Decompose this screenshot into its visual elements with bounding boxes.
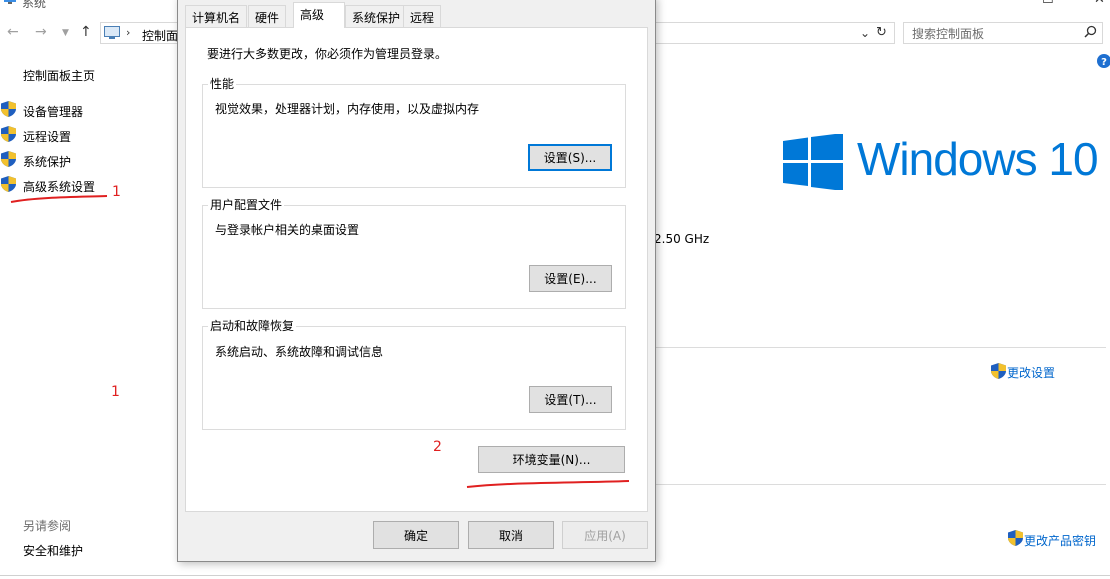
environment-variables-button[interactable]: 环境变量(N)... xyxy=(478,446,625,473)
forward-arrow-icon[interactable]: → xyxy=(35,24,47,40)
close-button[interactable]: ✕ xyxy=(1094,0,1105,7)
breadcrumb[interactable]: 控制面 xyxy=(142,27,178,44)
system-protection-link[interactable]: 系统保护 xyxy=(23,153,71,170)
system-properties-dialog: 计算机名 硬件 高级 系统保护 远程 要进行大多数更改，你必须作为管理员登录。 … xyxy=(177,0,656,562)
shield-icon xyxy=(1,126,16,145)
bottom-border xyxy=(0,575,1110,576)
ok-button[interactable]: 确定 xyxy=(373,521,459,549)
divider xyxy=(656,347,1106,348)
search-placeholder: 搜索控制面板 xyxy=(912,27,985,41)
tab-hardware[interactable]: 硬件 xyxy=(248,5,287,27)
startup-recovery-settings-button[interactable]: 设置(T)... xyxy=(529,386,612,413)
cancel-button[interactable]: 取消 xyxy=(468,521,554,549)
annotation-mark-2: 2 xyxy=(433,439,442,455)
computer-icon xyxy=(104,26,120,42)
back-arrow-icon[interactable]: ← xyxy=(7,24,19,40)
svg-text:?: ? xyxy=(1101,57,1107,68)
performance-desc: 视觉效果，处理器计划，内存使用，以及虚拟内存 xyxy=(215,102,480,116)
windows-logo-icon xyxy=(783,133,843,193)
shield-icon xyxy=(991,363,1006,382)
shield-icon xyxy=(1,101,16,120)
window-title: 系统 xyxy=(22,0,47,10)
device-manager-link[interactable]: 设备管理器 xyxy=(23,103,83,120)
admin-note: 要进行大多数更改，你必须作为管理员登录。 xyxy=(207,47,448,61)
tab-system-protection[interactable]: 系统保护 xyxy=(345,5,408,27)
startup-recovery-group xyxy=(202,326,626,430)
divider xyxy=(656,484,1106,485)
tab-computer-name[interactable]: 计算机名 xyxy=(185,5,248,27)
user-profiles-desc: 与登录帐户相关的桌面设置 xyxy=(215,223,360,237)
annotation-underline xyxy=(466,480,630,488)
annotation-mark-1: 1 xyxy=(112,184,121,200)
search-icon[interactable] xyxy=(1084,25,1097,41)
cpu-speed: 2.50 GHz xyxy=(654,232,710,246)
advanced-tab-panel: 要进行大多数更改，你必须作为管理员登录。 性能 视觉效果，处理器计划，内存使用，… xyxy=(185,27,648,512)
tab-remote[interactable]: 远程 xyxy=(403,5,442,27)
maximize-button[interactable]: ☐ xyxy=(1042,0,1054,7)
windows-logo-text: Windows 10 xyxy=(857,133,1099,185)
performance-group-title: 性能 xyxy=(208,75,237,92)
annotation-mark-1-second: 1 xyxy=(111,384,120,400)
security-maintenance-link[interactable]: 安全和维护 xyxy=(23,542,83,559)
window-icon xyxy=(3,0,17,6)
user-profiles-settings-button[interactable]: 设置(E)... xyxy=(529,265,612,292)
address-dropdown-icon[interactable]: ⌄ xyxy=(860,26,870,40)
annotation-underline xyxy=(10,195,108,203)
user-profiles-group-title: 用户配置文件 xyxy=(208,196,285,213)
breadcrumb-separator: › xyxy=(126,26,131,39)
tab-advanced[interactable]: 高级 xyxy=(293,2,345,28)
startup-recovery-group-title: 启动和故障恢复 xyxy=(208,317,297,334)
shield-icon xyxy=(1,151,16,170)
startup-recovery-desc: 系统启动、系统故障和调试信息 xyxy=(215,345,384,359)
see-also-title: 另请参阅 xyxy=(23,519,72,533)
remote-settings-link[interactable]: 远程设置 xyxy=(23,128,71,145)
refresh-icon[interactable]: ↻ xyxy=(876,25,887,40)
change-product-key-link[interactable]: 更改产品密钥 xyxy=(1024,532,1096,549)
up-arrow-icon[interactable]: ↑ xyxy=(80,24,92,40)
help-icon[interactable]: ? xyxy=(1097,54,1110,71)
control-panel-home-link[interactable]: 控制面板主页 xyxy=(23,67,95,84)
change-settings-link[interactable]: 更改设置 xyxy=(1007,364,1055,381)
performance-settings-button[interactable]: 设置(S)... xyxy=(528,144,612,171)
minimize-button[interactable]: — xyxy=(990,0,1003,7)
shield-icon xyxy=(1008,530,1023,549)
recent-dropdown-icon[interactable]: ▼ xyxy=(62,28,69,38)
apply-button[interactable]: 应用(A) xyxy=(562,521,648,549)
